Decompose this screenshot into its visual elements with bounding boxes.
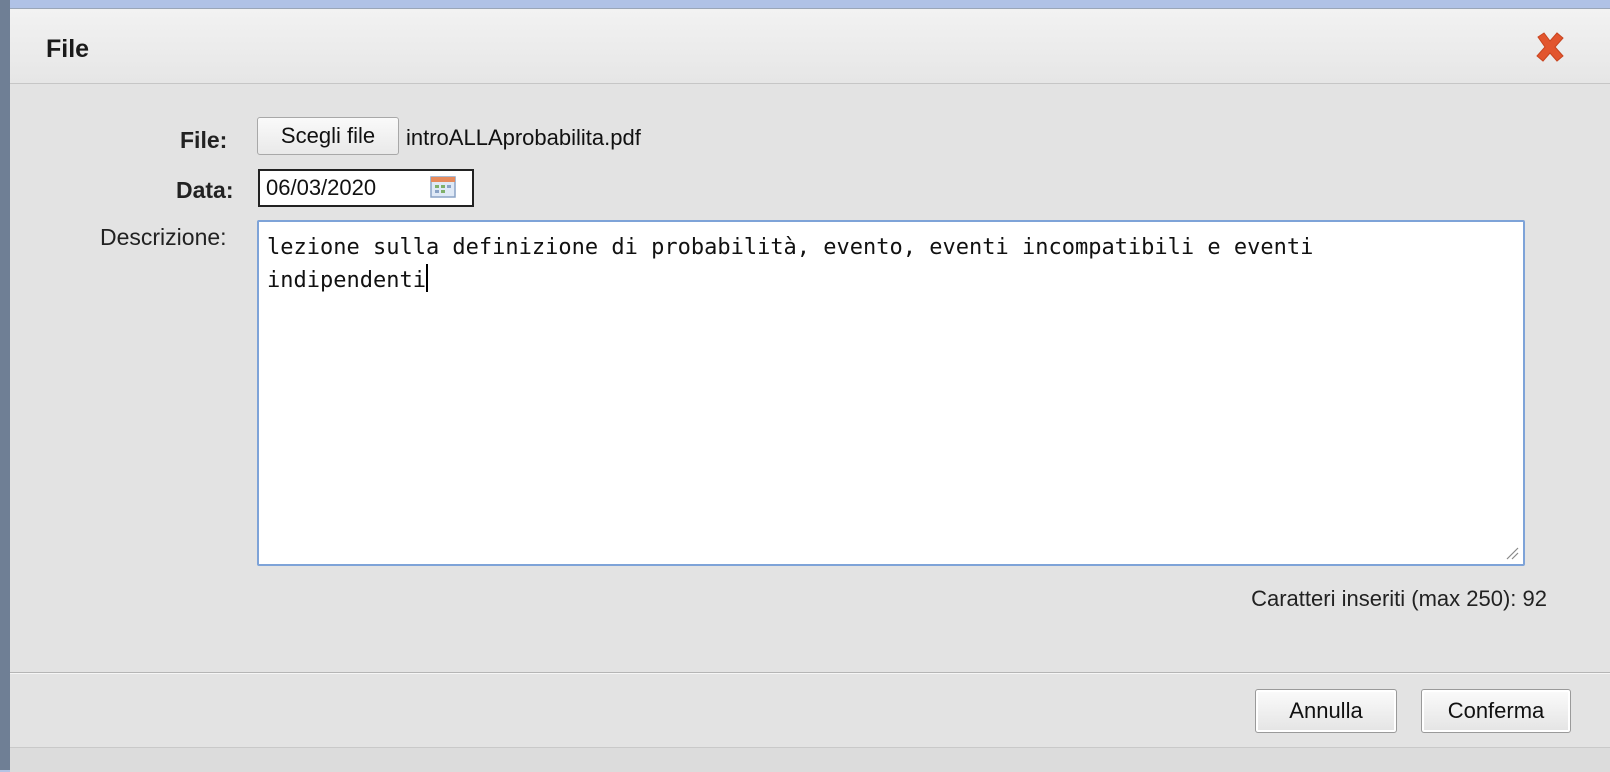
resize-grip-icon[interactable] — [1505, 546, 1519, 560]
window-edge — [0, 0, 10, 770]
text-caret — [425, 264, 428, 292]
choose-file-button[interactable]: Scegli file — [257, 117, 399, 155]
calendar-icon[interactable] — [430, 175, 456, 199]
dialog-titlebar: File — [10, 9, 1610, 84]
cancel-button[interactable]: Annulla — [1255, 689, 1397, 733]
confirm-button[interactable]: Conferma — [1421, 689, 1571, 733]
description-text: lezione sulla definizione di probabilità… — [267, 235, 1314, 293]
selected-file-name: introALLAprobabilita.pdf — [406, 125, 641, 150]
description-textarea[interactable]: lezione sulla definizione di probabilità… — [257, 220, 1525, 566]
character-counter: Caratteri inseriti (max 250): 92 — [1251, 586, 1547, 611]
file-dialog: File File: Scegli file introALLAprobabil… — [10, 8, 1610, 772]
file-label: File: — [180, 127, 228, 153]
dialog-title: File — [46, 35, 90, 63]
footer-divider — [10, 672, 1610, 674]
dialog-bottom-edge — [10, 747, 1610, 772]
close-icon[interactable] — [1532, 29, 1568, 65]
date-value: 06/03/2020 — [266, 175, 377, 200]
date-input[interactable]: 06/03/2020 — [258, 169, 474, 207]
description-label: Descrizione: — [100, 224, 227, 250]
date-label: Data: — [176, 177, 234, 203]
